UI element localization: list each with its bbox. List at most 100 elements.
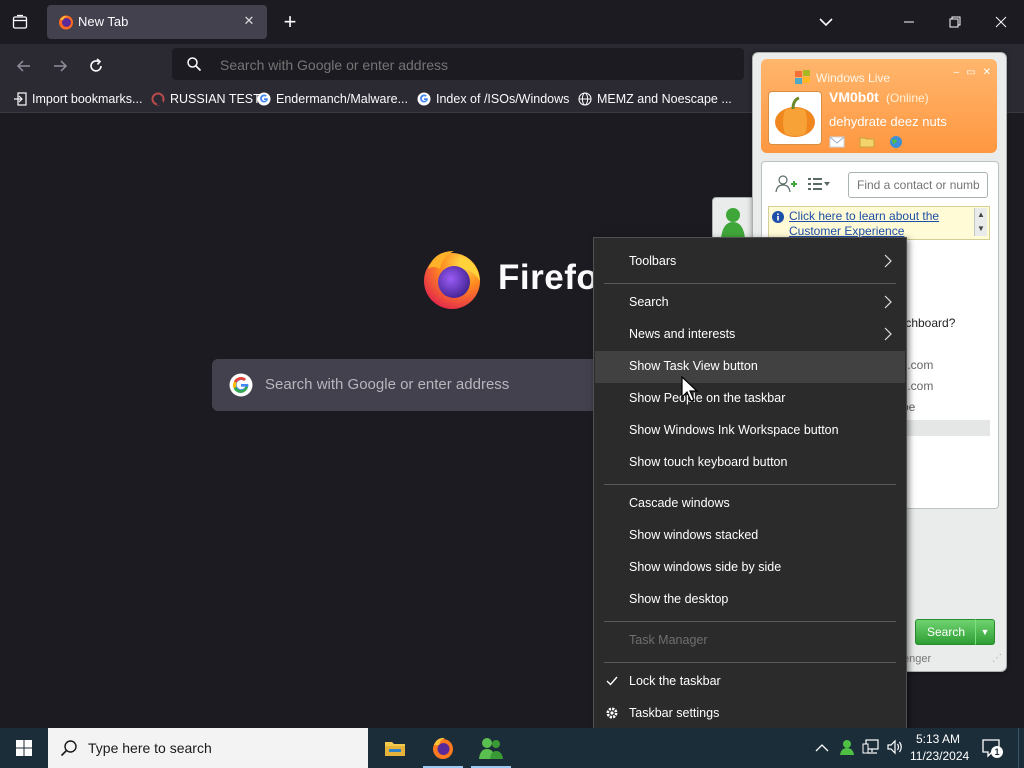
resize-grip-icon[interactable]: ⋰ xyxy=(992,653,1002,664)
menu-item-news-and-interests[interactable]: News and interests xyxy=(595,319,905,351)
menu-item-show-touch-keyboard[interactable]: Show touch keyboard button xyxy=(595,447,905,479)
volume-icon[interactable] xyxy=(886,739,904,760)
taskbar-search-placeholder: Type here to search xyxy=(88,740,212,756)
google-icon xyxy=(416,91,432,107)
menu-item-lock-the-taskbar[interactable]: Lock the taskbar xyxy=(595,666,905,698)
chevron-up-icon[interactable] xyxy=(814,740,830,761)
notification-badge: 1 xyxy=(991,746,1003,758)
search-icon xyxy=(186,56,202,72)
menu-item-show-windows-side-by-side[interactable]: Show windows side by side xyxy=(595,552,905,584)
menu-item-cascade-windows[interactable]: Cascade windows xyxy=(595,488,905,520)
file-explorer-taskbar-icon[interactable] xyxy=(371,728,419,768)
messenger-search-button[interactable]: Search xyxy=(915,619,977,645)
ntp-search-placeholder: Search with Google or enter address xyxy=(265,376,510,393)
list-all-tabs-icon[interactable] xyxy=(814,10,838,34)
ntp-search-box[interactable]: Search with Google or enter address xyxy=(212,359,632,411)
address-bar[interactable] xyxy=(172,48,744,80)
chevron-down-icon[interactable]: ▼ xyxy=(975,619,995,645)
add-contact-icon[interactable] xyxy=(774,174,798,199)
clock-date: 11/23/2024 xyxy=(910,749,970,763)
tab-close-icon[interactable]: ✕ xyxy=(239,11,259,31)
messenger-window-controls[interactable]: – ▭ ✕ xyxy=(931,67,991,81)
menu-item-show-windows-ink[interactable]: Show Windows Ink Workspace button xyxy=(595,415,905,447)
messenger-title: Windows Live xyxy=(816,71,891,85)
start-button[interactable] xyxy=(0,728,48,768)
network-icon[interactable] xyxy=(862,739,880,760)
windows-logo-icon xyxy=(16,740,32,756)
bookmark-endermanch[interactable]: Endermanch/Malware... xyxy=(256,90,408,108)
new-tab-button[interactable]: + xyxy=(278,8,302,36)
menu-separator xyxy=(604,621,896,622)
menu-item-taskbar-settings[interactable]: Taskbar settings xyxy=(595,698,905,730)
contact-list-partial-text: tchboard? xyxy=(902,316,956,330)
minimize-button[interactable] xyxy=(886,0,932,44)
messenger-username[interactable]: VM0b0t xyxy=(829,89,879,105)
bookmark-index-isos[interactable]: Index of /ISOs/Windows xyxy=(416,90,569,108)
messenger-footer-text: enger xyxy=(903,653,932,665)
close-icon[interactable]: ✕ xyxy=(983,67,991,81)
firefox-logo xyxy=(420,247,484,311)
firefox-favicon-icon xyxy=(58,14,74,30)
menu-item-search[interactable]: Search xyxy=(595,287,905,319)
address-input[interactable] xyxy=(218,56,722,74)
bookmark-russian-test[interactable]: RUSSIAN TEST xyxy=(150,90,261,108)
menu-item-toolbars[interactable]: Toolbars xyxy=(595,246,905,278)
globe-icon[interactable] xyxy=(889,135,903,151)
messenger-quick-icons xyxy=(829,135,903,151)
search-icon xyxy=(60,739,78,757)
messenger-buddy-tab[interactable] xyxy=(712,197,754,241)
firefox-tab-bar: New Tab ✕ + xyxy=(0,0,1024,44)
bookmark-memz[interactable]: MEMZ and Noescape ... xyxy=(577,90,732,108)
back-arrow-icon[interactable] xyxy=(10,52,38,80)
avatar[interactable] xyxy=(768,91,822,145)
mail-icon[interactable] xyxy=(829,135,845,151)
customer-experience-link[interactable]: Click here to learn about the Customer E… xyxy=(789,209,965,239)
checkmark-icon xyxy=(605,674,619,688)
contact-list-options-icon[interactable] xyxy=(806,174,832,199)
messenger-personal-message[interactable]: dehydrate deez nuts xyxy=(829,114,947,129)
windows-taskbar: Type here to search 5:13 AM 11/23/2024 1 xyxy=(0,728,1024,768)
show-desktop-button[interactable] xyxy=(1018,728,1024,768)
forward-arrow-icon[interactable] xyxy=(46,52,74,80)
info-scroll-arrows[interactable]: ▲ ▼ xyxy=(974,208,987,236)
gear-icon xyxy=(605,706,619,720)
tab-list-icon[interactable] xyxy=(8,10,32,34)
menu-item-show-the-desktop[interactable]: Show the desktop xyxy=(595,584,905,616)
messenger-tray-icon[interactable] xyxy=(838,738,856,761)
messenger-status[interactable]: (Online) xyxy=(886,91,929,105)
taskbar-search-box[interactable]: Type here to search xyxy=(48,728,368,768)
reload-icon[interactable] xyxy=(82,52,110,80)
chevron-right-icon xyxy=(883,252,893,270)
menu-item-show-people[interactable]: Show People on the taskbar xyxy=(595,383,905,415)
bookmark-import[interactable]: Import bookmarks... xyxy=(12,90,142,108)
restore-button[interactable] xyxy=(932,0,978,44)
tab-title: New Tab xyxy=(78,14,129,29)
mouse-cursor-icon xyxy=(681,375,701,409)
google-icon xyxy=(229,373,253,397)
messenger-taskbar-icon[interactable] xyxy=(467,728,515,768)
google-icon xyxy=(256,91,272,107)
firefox-taskbar-icon[interactable] xyxy=(419,728,467,768)
menu-separator xyxy=(604,283,896,284)
chevron-right-icon xyxy=(883,325,893,343)
taskbar-context-menu: Toolbars Search News and interests Show … xyxy=(593,237,907,740)
tab-new-tab[interactable]: New Tab ✕ xyxy=(47,5,267,39)
minimize-icon[interactable]: – xyxy=(954,67,960,81)
close-window-button[interactable] xyxy=(978,0,1024,44)
messenger-find-contact-input[interactable] xyxy=(848,172,988,198)
folder-icon[interactable] xyxy=(859,135,875,151)
menu-item-show-task-view-button[interactable]: Show Task View button xyxy=(595,351,905,383)
menu-item-show-windows-stacked[interactable]: Show windows stacked xyxy=(595,520,905,552)
menu-item-task-manager: Task Manager xyxy=(629,633,708,647)
notification-center-button[interactable]: 1 xyxy=(980,737,1003,759)
menu-separator xyxy=(604,662,896,663)
messenger-info-bar: Click here to learn about the Customer E… xyxy=(768,206,990,240)
contact-list-selected-row[interactable] xyxy=(902,420,990,436)
globe-icon xyxy=(577,91,593,107)
info-icon xyxy=(772,210,784,228)
messenger-profile-header: Windows Live – ▭ ✕ VM0b0t (Online) dehyd… xyxy=(761,59,997,153)
windows-logo-icon xyxy=(793,69,813,85)
messenger-toolbar xyxy=(766,168,992,198)
maximize-icon[interactable]: ▭ xyxy=(966,67,975,81)
menu-separator xyxy=(604,484,896,485)
